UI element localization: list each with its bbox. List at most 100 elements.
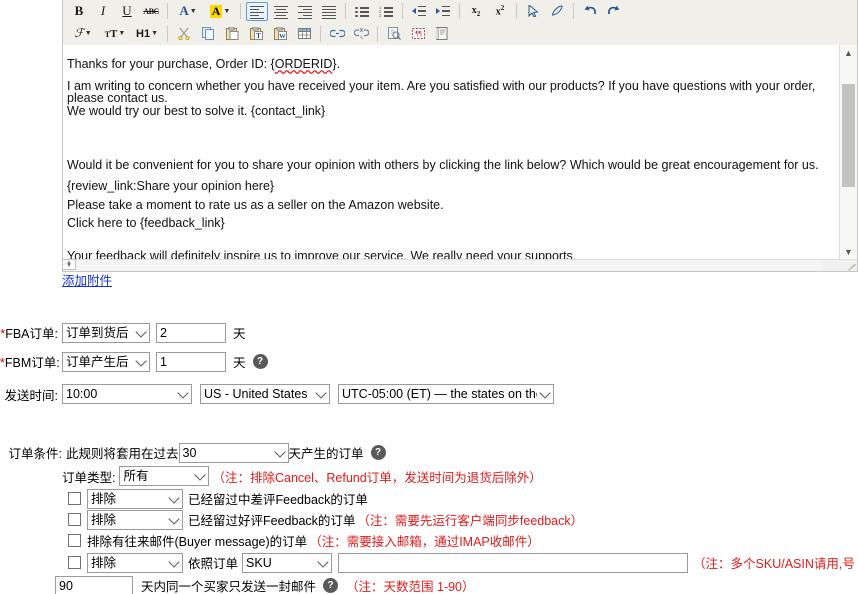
exclude-positive-feedback-select[interactable]: 排除 [87,510,183,530]
superscript-button[interactable]: x2 [489,2,511,21]
resize-grip-icon[interactable] [844,261,856,270]
chevron-down-icon [135,355,146,366]
align-right-icon [298,6,312,17]
order-type-row: 订单类型: 所有 （注：排除Cancel、Refund订单，发送时间为退货后除外… [62,464,858,488]
fbm-days-input[interactable]: 1 [156,352,226,372]
sku-values-input[interactable] [338,553,688,573]
sku-type-select[interactable]: SKU [242,553,332,573]
scroll-up-arrow[interactable]: ▲ [840,45,857,61]
font-family-button[interactable]: ℱ▼ [68,24,98,43]
rich-text-editor: B I U ABC A▼ A▼ [62,0,858,272]
send-time-select[interactable]: 10:00 [62,384,192,404]
align-justify-button[interactable] [318,2,340,21]
body-line-4: Would it be convenient for you to share … [67,159,832,172]
font-size-button[interactable]: TT▼ [100,24,130,43]
paste-as-text-button[interactable]: T [245,24,267,43]
chevron-down-icon [135,326,146,337]
italic-button[interactable]: I [92,2,114,21]
svg-text:W: W [279,33,286,40]
horizontal-scroll-thumb[interactable] [63,260,823,270]
editor-vertical-scrollbar[interactable]: ▲ ▼ [839,45,857,260]
chevron-down-icon [168,492,179,503]
highlight-color-button[interactable]: A▼ [205,2,235,21]
svg-text:T: T [256,32,261,40]
range-days-select[interactable]: 30 [179,443,289,463]
insert-table-button[interactable] [293,24,315,43]
fbm-help-icon[interactable]: ? [253,354,268,369]
range-help-icon[interactable]: ? [371,445,386,460]
fba-days-input[interactable]: 2 [156,323,226,343]
timezone-select[interactable]: UTC-05:00 (ET) — the states on the Atla [338,384,554,404]
redo-button[interactable] [603,2,625,21]
undo-icon [583,5,597,17]
show-blocks-button[interactable]: ¶¶ [407,24,429,43]
email-frequency-row: 90 天内同一个买家只发送一封邮件 ? （注：天数范围 1-90） [55,574,858,594]
chevron-down-icon [168,556,179,567]
exclude-positive-feedback-note: （注：需要先运行客户端同步feedback） [357,510,583,529]
condition-range-row: 订单条件: 此规则将套用在过去 30 天产生的订单 ? [0,441,858,464]
clipboard-icon [226,27,239,40]
fba-trigger-select[interactable]: 订单到货后 [62,323,150,343]
heading-button[interactable]: H1▼ [132,24,162,43]
chevron-down-icon [315,387,326,398]
email-body-text[interactable]: Thanks for your purchase, Order ID: {ORD… [63,45,840,260]
templates-button[interactable] [431,24,453,43]
order-type-note: （注：排除Cancel、Refund订单，发送时间为退货后除外） [212,467,541,486]
frequency-days-input[interactable]: 90 [55,576,133,594]
body-line-1: Thanks for your purchase, Order ID: {ORD… [67,58,832,71]
exclude-negative-feedback-checkbox[interactable] [68,492,81,505]
exclude-positive-feedback-checkbox[interactable] [68,513,81,526]
paste-text-icon: T [250,27,263,40]
add-attachment-link[interactable]: 添加附件 [62,270,112,289]
align-right-button[interactable] [294,2,316,21]
scroll-thumb[interactable] [842,84,855,187]
undo-button[interactable] [579,2,601,21]
paste-button[interactable] [221,24,243,43]
eraser-button[interactable] [546,2,568,21]
font-color-button[interactable]: A▼ [173,2,203,21]
editor-resize-handle[interactable]: ▲▼ [62,259,76,270]
scroll-down-arrow[interactable]: ▼ [840,244,857,260]
chevron-down-icon [539,387,550,398]
insert-link-button[interactable] [326,24,348,43]
increase-indent-button[interactable] [432,2,454,21]
subscript-button[interactable]: x2 [465,2,487,21]
chevron-down-icon [195,469,206,480]
copy-button[interactable] [197,24,219,43]
numbered-list-button[interactable]: 1 2 3 [375,2,397,21]
underline-button[interactable]: U [116,2,138,21]
cut-button[interactable] [173,24,195,43]
bullet-list-button[interactable] [351,2,373,21]
fba-order-row: *FBA订单: 订单到货后 2 天 [0,318,858,347]
select-cursor-button[interactable] [522,2,544,21]
order-type-select[interactable]: 所有 [119,466,209,486]
editor-content-area[interactable]: Thanks for your purchase, Order ID: {ORD… [62,45,858,272]
preview-button[interactable] [383,24,405,43]
sku-filter-checkbox[interactable] [68,556,81,569]
exclude-negative-feedback-select[interactable]: 排除 [87,489,183,509]
align-left-button[interactable] [246,2,268,21]
scissors-icon [178,27,190,40]
frequency-help-icon[interactable]: ? [323,578,338,593]
templates-icon [436,27,449,40]
decrease-indent-button[interactable] [408,2,430,21]
sku-filter-select[interactable]: 排除 [87,553,183,573]
sku-filter-note: （注：多个SKU/ASIN请用,号 [693,553,855,572]
unlink-button[interactable] [350,24,372,43]
send-time-row: 发送时间: 10:00 US - United States UTC-05:00… [0,376,858,409]
bold-button[interactable]: B [68,2,90,21]
orderid-token: ORDERID [275,57,333,71]
show-blocks-icon: ¶¶ [412,28,425,39]
numbered-list-icon: 1 2 3 [379,6,393,17]
paste-from-word-button[interactable]: W [269,24,291,43]
toolbar-separator [167,3,168,19]
country-select[interactable]: US - United States [200,384,330,404]
align-center-button[interactable] [270,2,292,21]
toolbar-separator [240,3,241,19]
body-line-2: I am writing to concern whether you have… [67,80,832,105]
svg-text:¶¶: ¶¶ [415,30,422,38]
frequency-text: 天内同一个买家只发送一封邮件 [141,576,316,594]
fbm-trigger-select[interactable]: 订单产生后 [62,352,150,372]
strikethrough-button[interactable]: ABC [140,2,162,21]
exclude-buyer-message-checkbox[interactable] [68,534,81,547]
